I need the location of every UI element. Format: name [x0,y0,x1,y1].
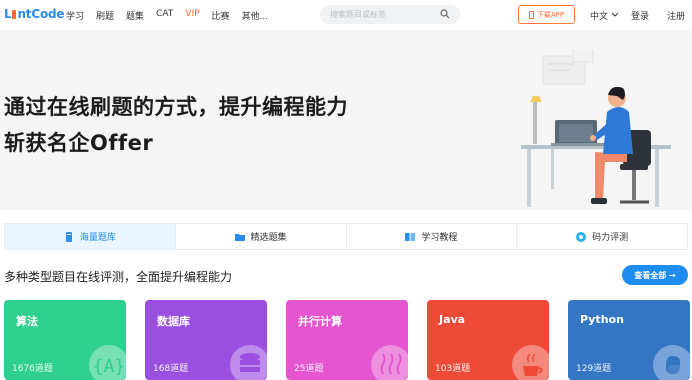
tab-curated-sets[interactable]: 精选题集 [175,224,347,249]
card-count: 103道题 [435,364,471,374]
logo-part1: L [4,7,12,21]
nav-item-contest[interactable]: 比赛 [212,9,230,22]
search-icon[interactable] [440,9,450,19]
phone-icon [528,10,534,19]
card-title: 算法 [16,315,38,328]
python-icon [653,345,690,380]
language-label: 中文 [590,12,609,22]
logo-part2: ntCode [17,7,65,21]
tab-tutorials[interactable]: 学习教程 [346,224,518,249]
card-title: Java [439,313,466,326]
register-link[interactable]: 注册 [667,9,685,22]
tab-label: 学习教程 [421,233,458,243]
folder-icon [234,233,245,241]
card-database[interactable]: 数据库 168道题 [145,300,267,380]
nav-item-vip[interactable]: VIP [185,9,199,22]
hero-subheadline: 斩获名企Offer [4,131,154,155]
nav-item-learn[interactable]: 学习 [66,9,84,22]
phone-book-icon [65,231,72,242]
card-parallel-computing[interactable]: 并行计算 25道题 [286,300,408,380]
programmer-illustration [521,50,671,207]
card-count: 129道题 [576,364,612,374]
search-placeholder: 搜索题目或标签 [330,10,386,19]
nav-item-cat[interactable]: CAT [156,9,173,22]
view-all-button[interactable]: 查看全部 → [622,265,688,285]
card-count: 168道题 [153,364,189,374]
card-count: 25道题 [294,364,324,374]
database-icon [230,345,267,380]
chevron-down-icon [611,12,619,17]
card-java[interactable]: Java 103道题 [427,300,549,380]
gauge-icon [576,231,587,242]
tab-label: 精选题集 [250,233,287,243]
tab-label: 海量题库 [79,233,116,243]
card-title: Python [580,313,624,326]
tab-coding-assessment[interactable]: 码力评测 [517,224,687,249]
nav-item-practice[interactable]: 刷题 [96,9,114,22]
braces-icon: {A} [89,345,126,380]
top-nav: LntCode 学习 刷题 题集 CAT VIP 比赛 其他... 搜索题目或标… [0,0,692,30]
category-cards: 算法 1676道题 {A} 数据库 168道题 并行计算 25道题 Java 1… [4,300,692,380]
card-title: 数据库 [157,315,190,328]
waves-icon [371,345,408,380]
card-count: 1676道题 [12,364,53,374]
logo[interactable]: LntCode [4,7,65,21]
search-input[interactable]: 搜索题目或标签 [320,5,460,24]
java-cup-icon [512,345,549,380]
logo-i-mark [12,10,17,19]
book-icon [405,232,416,241]
card-python[interactable]: Python 129道题 [568,300,690,380]
nav-links: 学习 刷题 题集 CAT VIP 比赛 其他... [66,9,280,22]
tab-label: 码力评测 [592,233,629,243]
feature-tabs: 海量题库 精选题集 学习教程 码力评测 [4,223,688,250]
card-title: 并行计算 [298,315,342,328]
hero-headline: 通过在线刷题的方式，提升编程能力 [4,95,348,119]
login-link[interactable]: 登录 [631,9,649,22]
nav-item-problem-sets[interactable]: 题集 [126,9,144,22]
language-selector[interactable]: 中文 [590,9,619,22]
download-app-button[interactable]: 下载APP [518,5,575,24]
hero-banner: 通过在线刷题的方式，提升编程能力 斩获名企Offer [0,30,692,210]
svg-text:{A}: {A} [93,356,126,377]
tab-problem-bank[interactable]: 海量题库 [5,224,176,249]
card-algorithm[interactable]: 算法 1676道题 {A} [4,300,126,380]
download-app-label: 下载APP [536,10,565,19]
section-title: 多种类型题目在线评测，全面提升编程能力 [4,270,233,284]
nav-item-more[interactable]: 其他... [242,9,269,22]
